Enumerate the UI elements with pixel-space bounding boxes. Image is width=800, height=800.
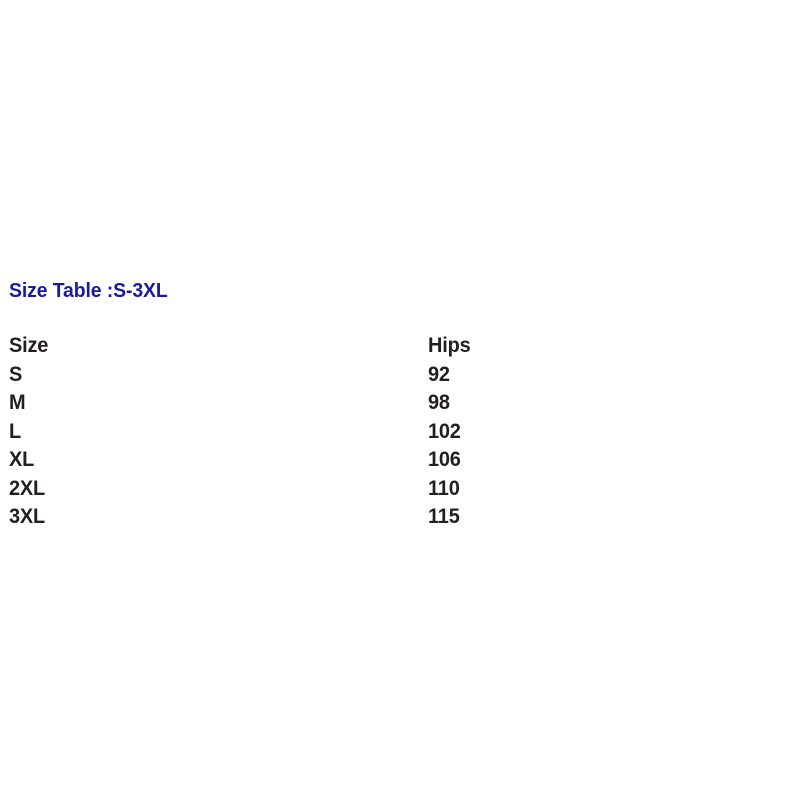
cell-hips-value: 102: [428, 419, 461, 443]
cell-hips: 92: [214, 361, 632, 390]
cell-size: XL: [0, 446, 214, 475]
cell-hips: 106: [214, 446, 632, 475]
table-header-row: Size Hips Length Waist: [0, 332, 800, 361]
page-title: Size Table :S-3XL: [9, 280, 168, 302]
cell-size: S: [0, 361, 214, 390]
table-row: XL 106 35 77: [0, 446, 800, 475]
cell-length: 35: [632, 446, 800, 475]
cell-size-value: 3XL: [9, 505, 46, 528]
cell-length: 33: [632, 389, 800, 418]
cell-hips: 115: [214, 503, 632, 532]
size-table-header: Size Hips Length Waist: [0, 332, 800, 361]
cell-size: 3XL: [0, 503, 214, 532]
table-row: L 102 34 73: [0, 418, 800, 447]
column-header-size-label: Size: [9, 334, 49, 357]
table-row: 3XL 115 37 84: [0, 503, 800, 532]
cell-hips: 98: [214, 389, 632, 418]
cell-hips-value: 98: [428, 391, 450, 414]
cell-size-value: M: [9, 391, 26, 414]
column-header-size: Size: [0, 332, 214, 361]
cell-size-value: L: [9, 419, 22, 443]
size-table: Size Hips Length Waist S 92 32 65: [0, 332, 800, 532]
table-row: M 98 33 69: [0, 389, 800, 418]
table-row: 2XL 110 36 80: [0, 475, 800, 504]
cell-hips-value: 110: [428, 476, 460, 500]
cell-size-value: S: [9, 362, 23, 386]
cell-hips-value: 106: [428, 448, 461, 471]
cell-length: 34: [632, 418, 800, 447]
cell-hips-value: 92: [428, 362, 450, 386]
cell-hips: 102: [214, 418, 632, 447]
cell-size-value: XL: [9, 448, 35, 471]
cell-length: 32: [632, 361, 800, 390]
cell-length: 36: [632, 475, 800, 504]
size-chart-image: Size Table :S-3XL Size Hips Length Waist: [0, 0, 800, 800]
cell-hips-value: 115: [428, 505, 460, 528]
cell-length: 37: [632, 503, 800, 532]
cell-hips: 110: [214, 475, 632, 504]
cell-size: M: [0, 389, 214, 418]
table-row: S 92 32 65: [0, 361, 800, 390]
column-header-hips-label: Hips: [428, 334, 471, 357]
cell-size-value: 2XL: [9, 476, 46, 500]
column-header-length: Length: [632, 332, 800, 361]
cell-size: L: [0, 418, 214, 447]
size-table-body: S 92 32 65 M 98 33 69 L 102 34 73 XL 106…: [0, 361, 800, 532]
column-header-hips: Hips: [214, 332, 632, 361]
cell-size: 2XL: [0, 475, 214, 504]
